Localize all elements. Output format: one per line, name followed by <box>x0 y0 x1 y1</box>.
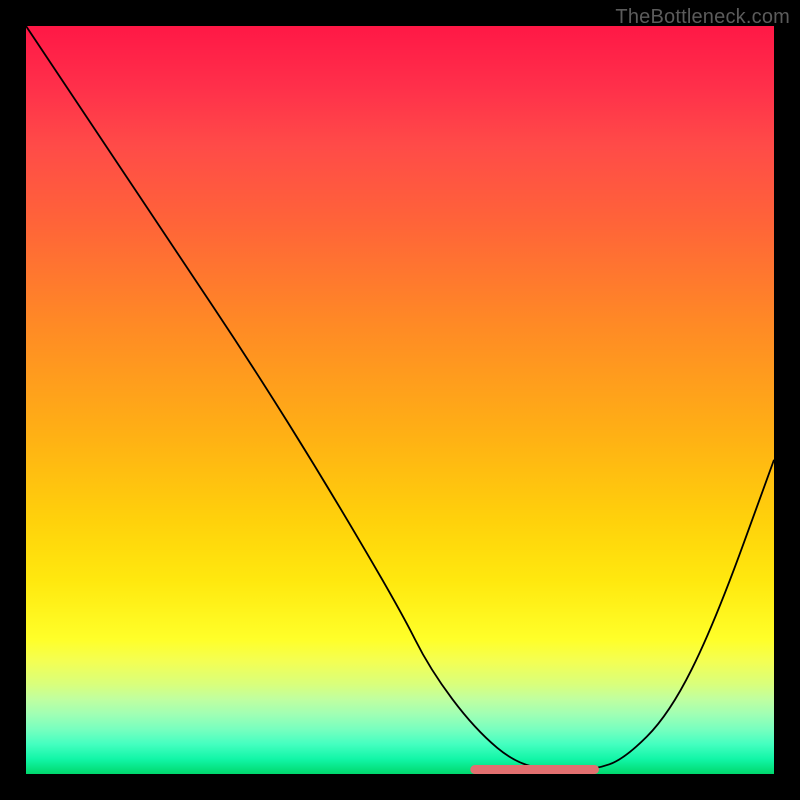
curve-layer <box>26 26 774 774</box>
bottleneck-curve <box>26 26 774 770</box>
chart-stage: TheBottleneck.com <box>0 0 800 800</box>
watermark-text: TheBottleneck.com <box>615 6 790 29</box>
plot-area <box>26 26 774 774</box>
